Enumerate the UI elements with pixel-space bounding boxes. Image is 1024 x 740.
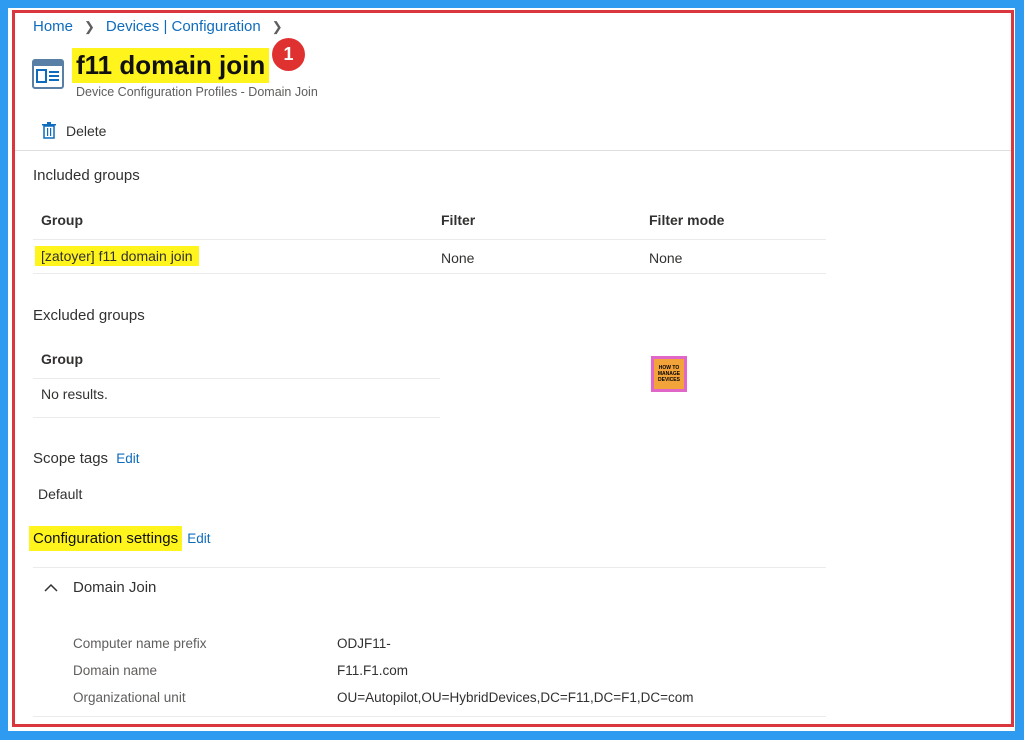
- configuration-settings-section: Configuration settings Edit: [29, 526, 211, 551]
- included-group-name[interactable]: [zatoyer] f11 domain join: [35, 246, 199, 266]
- excluded-groups-empty: No results.: [41, 386, 108, 402]
- row-divider: [33, 273, 826, 274]
- step-badge: 1: [272, 38, 305, 71]
- domain-join-section-title: Domain Join: [73, 579, 157, 596]
- row-divider: [33, 378, 440, 379]
- chevron-right-icon: ❯: [84, 18, 95, 34]
- row-divider: [33, 417, 440, 418]
- excluded-groups-title: Excluded groups: [33, 307, 145, 324]
- breadcrumb-devices-configuration[interactable]: Devices | Configuration: [106, 18, 261, 35]
- watermark-logo: HOW TO MANAGE DEVICES: [651, 356, 687, 392]
- row-divider: [33, 239, 826, 240]
- included-groups-title: Included groups: [33, 167, 140, 184]
- included-groups-header-filter: Filter: [441, 212, 476, 228]
- scope-tags-edit-link[interactable]: Edit: [116, 451, 139, 466]
- table-row-group-cell[interactable]: [zatoyer] f11 domain join: [35, 246, 199, 266]
- configuration-settings-edit-link[interactable]: Edit: [187, 531, 210, 546]
- table-row-filter-cell: None: [441, 250, 475, 266]
- excluded-groups-header-group: Group: [41, 351, 83, 367]
- chevron-right-icon: ❯: [271, 18, 283, 34]
- setting-label-domain-name: Domain name: [73, 663, 158, 678]
- table-row-filter-mode-cell: None: [649, 250, 683, 266]
- setting-label-organizational-unit: Organizational unit: [73, 690, 186, 705]
- section-divider: [33, 716, 826, 717]
- page-frame: [8, 8, 1015, 731]
- setting-value-organizational-unit: OU=Autopilot,OU=HybridDevices,DC=F11,DC=…: [337, 690, 694, 705]
- configuration-settings-title: Configuration settings: [29, 526, 183, 551]
- scope-tag-value: Default: [38, 486, 83, 502]
- delete-label: Delete: [66, 122, 107, 139]
- trash-icon: [42, 122, 56, 139]
- toolbar-divider: [12, 150, 1014, 151]
- breadcrumb-home[interactable]: Home: [33, 18, 73, 35]
- included-groups-header-group: Group: [41, 212, 83, 228]
- configuration-profile-icon: [32, 59, 64, 89]
- chevron-up-icon: [44, 583, 58, 592]
- delete-button[interactable]: Delete: [42, 122, 106, 139]
- section-divider: [33, 567, 826, 568]
- setting-value-computer-name-prefix: ODJF11-: [337, 636, 391, 651]
- setting-value-domain-name: F11.F1.com: [337, 663, 409, 678]
- domain-join-collapse-toggle[interactable]: Domain Join: [44, 579, 156, 596]
- breadcrumb: Home ❯ Devices | Configuration ❯: [33, 18, 294, 35]
- setting-label-computer-name-prefix: Computer name prefix: [73, 636, 207, 651]
- page-subtitle: Device Configuration Profiles - Domain J…: [76, 85, 318, 99]
- included-groups-header-filter-mode: Filter mode: [649, 212, 725, 228]
- scope-tags-section: Scope tags Edit: [33, 450, 140, 467]
- page-title: f11 domain join: [72, 48, 270, 83]
- scope-tags-title: Scope tags: [33, 450, 109, 467]
